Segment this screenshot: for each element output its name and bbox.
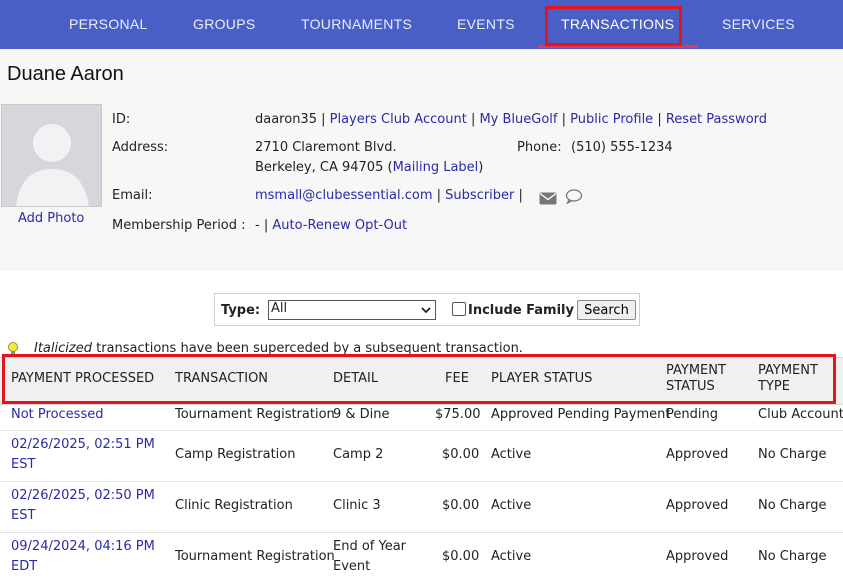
row-processed-tz[interactable]: EDT xyxy=(11,557,37,577)
phone-label: Phone: xyxy=(517,140,562,155)
address-line1: 2710 Claremont Blvd. xyxy=(255,140,397,155)
tab-services[interactable]: SERVICES xyxy=(722,0,795,49)
table-row: Not Processed Tournament Registration 9 … xyxy=(0,404,843,431)
row-payment-type: Club Account xyxy=(758,407,843,422)
header-payment-type-line1: PAYMENT xyxy=(758,363,818,378)
header-payment-type-line2: TYPE xyxy=(758,379,790,394)
person-silhouette-icon xyxy=(16,124,89,206)
header-player-status[interactable]: PLAYER STATUS xyxy=(491,371,592,387)
id-row: daaron35 | Players Club Account | My Blu… xyxy=(255,112,768,127)
row-player-status: Approved Pending Payment xyxy=(491,407,671,422)
row-processed[interactable]: 02/26/2025, 02:51 PM xyxy=(11,435,155,455)
tab-events[interactable]: EVENTS xyxy=(457,0,515,49)
mailing-label-link[interactable]: Mailing Label xyxy=(393,160,479,175)
top-nav: PERSONAL GROUPS TOURNAMENTS EVENTS TRANS… xyxy=(0,0,843,49)
id-label: ID: xyxy=(112,112,131,127)
row-detail: 9 & Dine xyxy=(333,407,390,422)
table-row: 02/26/2025, 02:51 PM EST Camp Registrati… xyxy=(0,431,843,482)
header-fee[interactable]: FEE xyxy=(445,371,469,387)
email-link[interactable]: msmall@clubessential.com xyxy=(255,188,433,203)
member-name: Duane Aaron xyxy=(7,63,124,85)
membership-label: Membership Period : xyxy=(112,218,246,233)
search-button[interactable]: Search xyxy=(577,300,636,320)
tab-groups[interactable]: GROUPS xyxy=(193,0,255,49)
id-value: daaron35 xyxy=(255,112,317,127)
type-select-value: All xyxy=(271,301,288,316)
row-processed-tz[interactable]: EST xyxy=(11,506,35,526)
row-payment-status: Approved xyxy=(666,549,729,564)
type-select[interactable]: All xyxy=(268,300,436,320)
row-player-status: Active xyxy=(491,498,532,513)
include-family-checkbox[interactable] xyxy=(452,302,466,316)
chevron-down-icon xyxy=(421,307,431,314)
row-fee: $0.00 xyxy=(442,498,480,513)
row-fee: $75.00 xyxy=(435,407,481,422)
row-transaction: Tournament Registration xyxy=(175,549,335,564)
email-row: msmall@clubessential.com | Subscriber | xyxy=(255,188,523,203)
note-italic: Italicized xyxy=(34,341,92,356)
auto-renew-link[interactable]: Auto-Renew Opt-Out xyxy=(272,218,407,233)
row-payment-status: Approved xyxy=(666,447,729,462)
row-processed[interactable]: Not Processed xyxy=(11,405,103,425)
membership-row: - | Auto-Renew Opt-Out xyxy=(255,218,408,233)
add-photo-link[interactable]: Add Photo xyxy=(18,211,84,226)
transaction-filter: Type: All Include Family Search xyxy=(214,293,640,326)
tab-transactions[interactable]: TRANSACTIONS xyxy=(561,0,674,49)
email-label: Email: xyxy=(112,188,153,203)
header-payment-status-line2: STATUS xyxy=(666,379,715,394)
row-transaction: Camp Registration xyxy=(175,447,296,462)
row-payment-type: No Charge xyxy=(758,447,827,462)
row-payment-type: No Charge xyxy=(758,498,827,513)
my-bluegolf-link[interactable]: My BlueGolf xyxy=(479,112,557,127)
superseded-note: Italicized transactions have been superc… xyxy=(34,341,523,356)
reset-password-link[interactable]: Reset Password xyxy=(666,112,767,127)
row-fee: $0.00 xyxy=(442,447,480,462)
row-processed[interactable]: 09/24/2024, 04:16 PM xyxy=(11,537,155,557)
address-line2: Berkeley, CA 94705 xyxy=(255,160,384,175)
row-detail: End of Year xyxy=(333,539,407,554)
chat-bubble-icon[interactable] xyxy=(565,189,583,208)
table-header: PAYMENT PROCESSED TRANSACTION DETAIL FEE… xyxy=(0,357,843,405)
active-tab-underline xyxy=(538,45,698,48)
header-payment-processed[interactable]: PAYMENT PROCESSED xyxy=(11,371,154,387)
envelope-icon[interactable] xyxy=(539,190,557,209)
address-label: Address: xyxy=(112,140,169,155)
row-processed-tz[interactable]: EST xyxy=(11,455,35,475)
include-family-label: Include Family xyxy=(468,303,574,318)
table-row: 02/26/2025, 02:50 PM EST Clinic Registra… xyxy=(0,482,843,533)
note-text: transactions have been superceded by a s… xyxy=(96,341,523,356)
membership-value: - xyxy=(255,218,260,233)
row-fee: $0.00 xyxy=(442,549,480,564)
row-payment-status: Approved xyxy=(666,498,729,513)
row-player-status: Active xyxy=(491,447,532,462)
public-profile-link[interactable]: Public Profile xyxy=(570,112,653,127)
players-club-account-link[interactable]: Players Club Account xyxy=(330,112,467,127)
subscriber-link[interactable]: Subscriber xyxy=(445,188,514,203)
phone-value: (510) 555-1234 xyxy=(571,140,673,155)
header-payment-status[interactable]: PAYMENT STATUS xyxy=(666,363,726,395)
avatar[interactable] xyxy=(1,104,102,207)
type-label: Type: xyxy=(221,303,261,318)
row-payment-status: Pending xyxy=(666,407,718,422)
tab-personal[interactable]: PERSONAL xyxy=(69,0,148,49)
row-processed[interactable]: 02/26/2025, 02:50 PM xyxy=(11,486,155,506)
row-player-status: Active xyxy=(491,549,532,564)
row-detail-line2: Event xyxy=(333,559,371,574)
row-transaction: Tournament Registration xyxy=(175,407,335,422)
header-detail[interactable]: DETAIL xyxy=(333,371,378,387)
header-payment-status-line1: PAYMENT xyxy=(666,363,726,378)
row-detail: Camp 2 xyxy=(333,447,384,462)
tab-tournaments[interactable]: TOURNAMENTS xyxy=(301,0,412,49)
row-transaction: Clinic Registration xyxy=(175,498,293,513)
address-line2-row: Berkeley, CA 94705 (Mailing Label) xyxy=(255,160,484,175)
row-payment-type: No Charge xyxy=(758,549,827,564)
row-detail: Clinic 3 xyxy=(333,498,381,513)
header-payment-type[interactable]: PAYMENT TYPE xyxy=(758,363,818,395)
table-row: 09/24/2024, 04:16 PM EDT Tournament Regi… xyxy=(0,533,843,581)
header-transaction[interactable]: TRANSACTION xyxy=(175,371,268,387)
